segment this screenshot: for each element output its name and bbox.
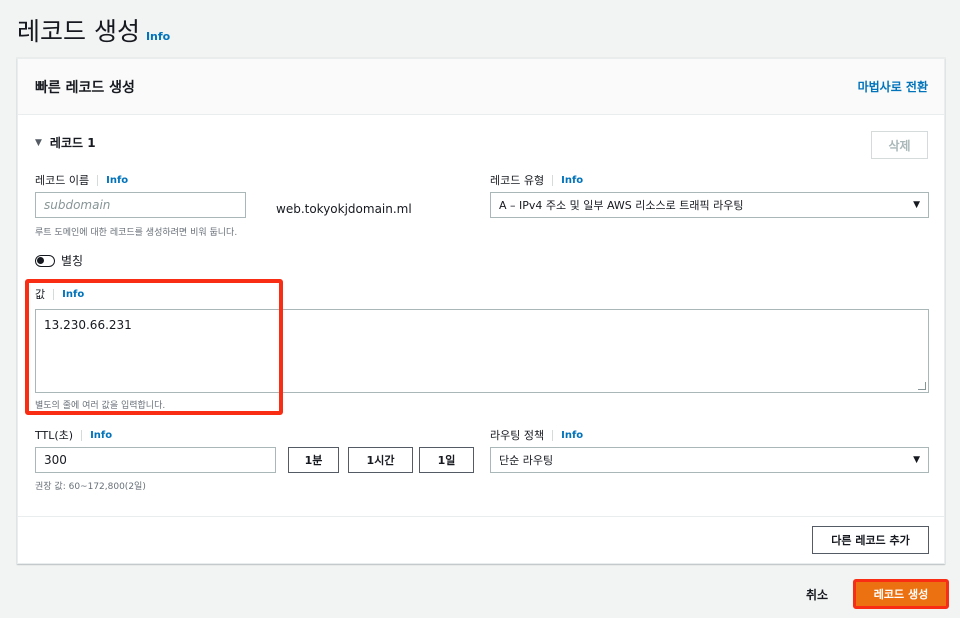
divider [97, 174, 99, 186]
alias-toggle[interactable] [35, 254, 55, 267]
value-label-row: 값 Info [35, 286, 84, 302]
caret-down-icon: ▼ [35, 137, 42, 148]
switch-to-wizard-link[interactable]: 마법사로 전환 [858, 78, 928, 95]
ttl-info-link[interactable]: Info [90, 430, 112, 441]
ttl-1-day-button[interactable]: 1일 [419, 447, 474, 473]
create-records-button[interactable]: 레코드 생성 [853, 579, 949, 609]
record-type-value: A – IPv4 주소 및 일부 AWS 리소스로 트래픽 라우팅 [499, 199, 744, 212]
record-name-hint: 루트 도메인에 대한 레코드를 생성하려면 비워 둡니다. [35, 228, 238, 238]
value-hint: 별도의 줄에 여러 값을 입력합니다. [35, 401, 166, 411]
record-type-info-link[interactable]: Info [561, 175, 583, 186]
record-name-label: 레코드 이름 [35, 174, 90, 187]
routing-policy-label-row: 라우팅 정책 Info [490, 427, 583, 443]
ttl-label: TTL(초) [35, 429, 74, 442]
ttl-1-hour-button[interactable]: 1시간 [348, 447, 413, 473]
record-section-toggle[interactable]: ▼ 레코드 1 [35, 134, 96, 151]
ttl-label-row: TTL(초) Info [35, 427, 112, 443]
value-info-link[interactable]: Info [62, 289, 84, 300]
record-name-placeholder: subdomain [44, 198, 111, 212]
domain-suffix: web.tokyokjdomain.ml [276, 202, 412, 216]
record-name-input[interactable]: subdomain [35, 192, 246, 218]
quick-create-panel: 빠른 레코드 생성 마법사로 전환 ▼ 레코드 1 삭제 레코드 이름 Info… [17, 58, 945, 564]
alias-row: 별칭 [35, 252, 83, 269]
ttl-input[interactable]: 300 [35, 447, 276, 473]
ttl-1-minute-button[interactable]: 1분 [288, 447, 339, 473]
ttl-hint: 권장 값: 60~172,800(2일) [35, 482, 146, 492]
chevron-down-icon: ▼ [913, 200, 920, 210]
resize-grip-icon[interactable] [918, 382, 926, 390]
cancel-button[interactable]: 취소 [806, 586, 828, 603]
record-type-label: 레코드 유형 [490, 174, 545, 187]
divider [552, 174, 554, 186]
page-title: 레코드 생성 [17, 17, 140, 46]
divider [81, 429, 83, 441]
page-header: 레코드 생성 Info [17, 12, 170, 48]
routing-policy-select[interactable]: 단순 라우팅 ▼ [490, 447, 929, 473]
record-section-title: 레코드 1 [49, 136, 96, 150]
record-type-select[interactable]: A – IPv4 주소 및 일부 AWS 리소스로 트래픽 라우팅 ▼ [490, 192, 929, 218]
add-another-record-button[interactable]: 다른 레코드 추가 [812, 526, 929, 554]
chevron-down-icon: ▼ [913, 455, 920, 465]
record-name-info-link[interactable]: Info [106, 175, 128, 186]
panel-header: 빠른 레코드 생성 마법사로 전환 [18, 59, 944, 115]
routing-policy-info-link[interactable]: Info [561, 430, 583, 441]
delete-button[interactable]: 삭제 [871, 131, 928, 159]
page-info-link[interactable]: Info [146, 30, 170, 43]
panel-title: 빠른 레코드 생성 [35, 80, 135, 96]
alias-label: 별칭 [61, 254, 84, 268]
record-type-label-row: 레코드 유형 Info [490, 172, 583, 188]
ttl-value: 300 [44, 453, 67, 467]
value-content: 13.230.66.231 [44, 318, 132, 332]
routing-policy-label: 라우팅 정책 [490, 429, 545, 442]
value-label: 값 [35, 288, 46, 301]
divider [552, 429, 554, 441]
panel-divider [18, 516, 944, 517]
value-textarea[interactable]: 13.230.66.231 [35, 309, 929, 393]
divider [53, 288, 55, 300]
routing-policy-value: 단순 라우팅 [499, 454, 554, 467]
record-name-label-row: 레코드 이름 Info [35, 172, 128, 188]
